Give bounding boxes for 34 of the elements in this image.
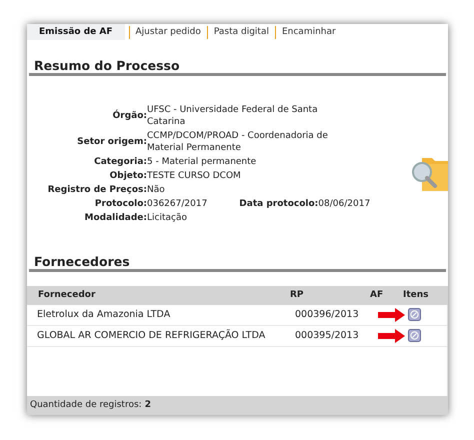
table-cell-text: GLOBAL AR COMERCIO DE REFRIGERAÇÃO LTDA bbox=[37, 328, 266, 343]
edit-icon[interactable] bbox=[408, 328, 421, 342]
field-label: Protocolo: bbox=[94, 198, 147, 210]
field-value: Licitação bbox=[147, 212, 188, 224]
field-label: Data protocolo: bbox=[239, 198, 318, 210]
table-cell-text: 000396/2013 bbox=[295, 308, 360, 322]
column-header: RP bbox=[290, 288, 305, 302]
field-value: 5 - Material permanente bbox=[147, 156, 258, 168]
tab[interactable]: Ajustar pedido bbox=[128, 26, 207, 38]
field-value: 08/06/2017 bbox=[318, 198, 370, 210]
table-cell-text: 000395/2013 bbox=[295, 328, 360, 343]
column-header: Fornecedor bbox=[38, 288, 96, 302]
field-value: TESTE CURSO DCOM bbox=[147, 170, 242, 182]
field-value: Não bbox=[147, 184, 166, 196]
field-label: Órgão: bbox=[112, 110, 147, 122]
edit-icon[interactable] bbox=[408, 308, 421, 321]
field-value: CCMP/DCOM/PROAD - Coordenadoria de Material Permanente bbox=[147, 130, 329, 154]
column-header: AF bbox=[370, 288, 384, 302]
section-title: Fornecedores bbox=[29, 224, 446, 272]
field-label: Setor origem: bbox=[76, 136, 147, 148]
field-value: 036267/2017 bbox=[147, 198, 208, 210]
field-value: UFSC - Universidade Federal de Santa Catarina bbox=[147, 104, 319, 128]
field-label: Categoria: bbox=[93, 156, 147, 168]
tab[interactable]: Emissão de AF bbox=[27, 24, 125, 40]
tab[interactable]: Pasta digital bbox=[206, 26, 275, 38]
column-header: Itens bbox=[403, 288, 430, 302]
field-label: Modalidade: bbox=[84, 212, 147, 224]
record-count: 2 bbox=[144, 398, 151, 412]
section-title: Resumo do Processo bbox=[29, 40, 446, 76]
table-cell-text: Eletrolux da Amazonia LTDA bbox=[37, 308, 172, 322]
footer-label: Quantidade de registros: bbox=[30, 398, 142, 412]
field-label: Objeto: bbox=[108, 170, 147, 182]
field-label: Registro de Preços: bbox=[46, 184, 147, 196]
tab[interactable]: Encaminhar bbox=[274, 26, 342, 38]
